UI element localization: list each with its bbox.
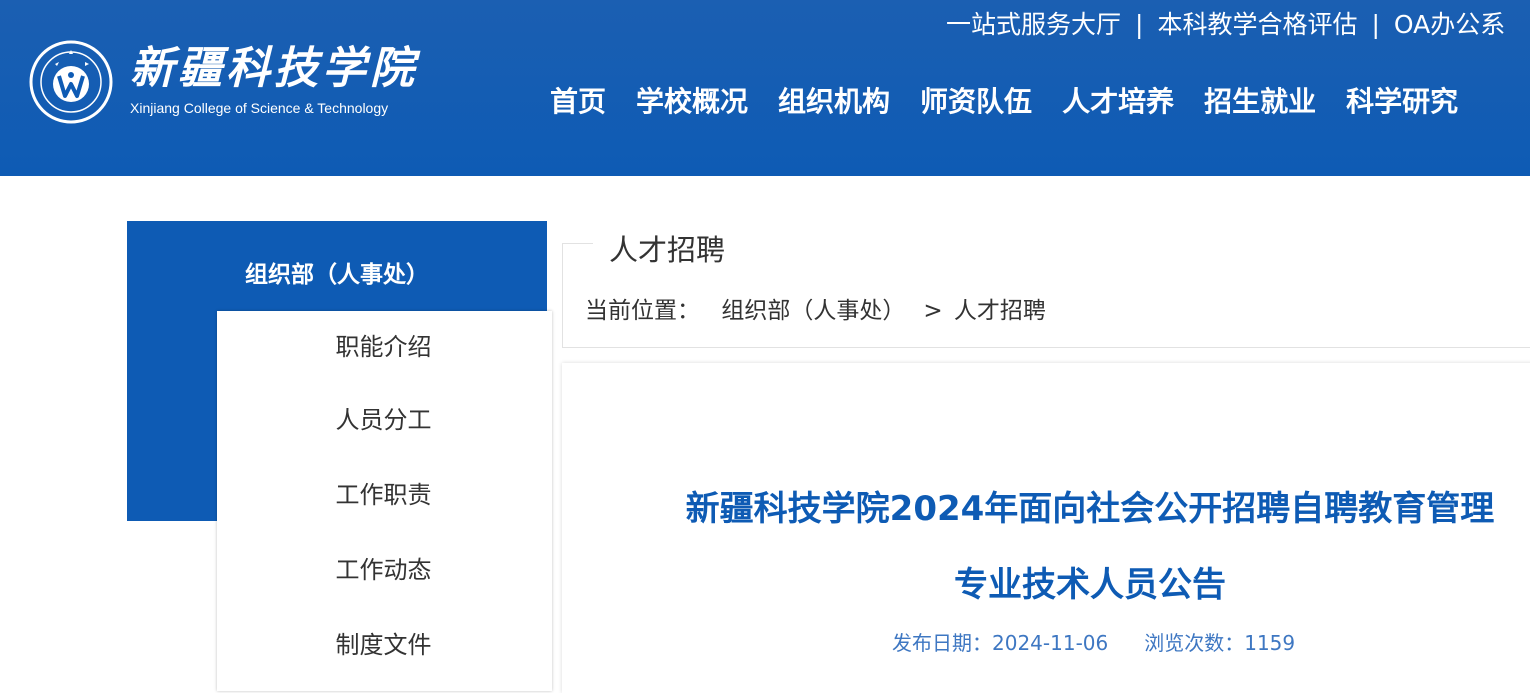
article-title: 新疆科技学院2024年面向社会公开招聘自聘教育管理专业技术人员公告 xyxy=(685,489,1495,605)
section-header-panel: 人才招聘 当前位置： 组织部（人事处） > 人才招聘 xyxy=(562,227,1530,348)
top-link-service-hall[interactable]: 一站式服务大厅 xyxy=(946,10,1121,39)
sidebar-item-staff-division[interactable]: 人员分工 xyxy=(215,383,552,458)
nav-admissions[interactable]: 招生就业 xyxy=(1204,80,1316,124)
sidebar-item-functions[interactable]: 职能介绍 xyxy=(215,311,552,383)
sidebar-item-news[interactable]: 工作动态 xyxy=(215,533,552,608)
nav-about[interactable]: 学校概况 xyxy=(636,80,748,124)
top-link-teaching-evaluation[interactable]: 本科教学合格评估 xyxy=(1157,10,1357,39)
site-header: 一站式服务大厅 | 本科教学合格评估 | OA办公系 新疆科技学院 Xinjiang C… xyxy=(0,0,1530,176)
publish-date: 2024-11-06 xyxy=(992,631,1109,655)
top-link-separator: | xyxy=(1135,10,1144,39)
article-panel: 新疆科技学院2024年面向社会公开招聘自聘教育管理专业技术人员公告 发布日期：2… xyxy=(562,363,1530,693)
sidebar-menu: 职能介绍 人员分工 工作职责 工作动态 制度文件 xyxy=(217,311,552,691)
nav-home[interactable]: 首页 xyxy=(550,80,606,124)
breadcrumb: 当前位置： 组织部（人事处） > 人才招聘 xyxy=(585,291,1046,325)
nav-faculty[interactable]: 师资队伍 xyxy=(920,80,1032,124)
breadcrumb-item-department[interactable]: 组织部（人事处） xyxy=(721,298,905,324)
top-links: 一站式服务大厅 | 本科教学合格评估 | OA办公系 xyxy=(946,8,1505,42)
sidebar-title: 组织部（人事处） xyxy=(245,262,429,288)
college-emblem-icon[interactable] xyxy=(29,40,113,124)
college-name-en[interactable]: Xinjiang College of Science & Technology xyxy=(130,100,388,116)
sidebar-item-regulations[interactable]: 制度文件 xyxy=(215,608,552,683)
section-title: 人才招聘 xyxy=(607,227,728,269)
nav-education[interactable]: 人才培养 xyxy=(1062,80,1174,124)
divider xyxy=(563,243,593,244)
view-count-label: 浏览次数： xyxy=(1144,631,1245,655)
top-link-oa[interactable]: OA办公系 xyxy=(1394,10,1505,39)
breadcrumb-label: 当前位置： xyxy=(585,298,700,324)
main-nav: 首页 学校概况 组织机构 师资队伍 人才培养 招生就业 科学研究 xyxy=(550,80,1458,124)
college-name-cn[interactable]: 新疆科技学院 xyxy=(130,42,418,96)
nav-organization[interactable]: 组织机构 xyxy=(778,80,890,124)
article-meta: 发布日期：2024-11-06 浏览次数：1159 xyxy=(892,627,1295,656)
nav-research[interactable]: 科学研究 xyxy=(1346,80,1458,124)
view-count: 1159 xyxy=(1244,631,1296,655)
breadcrumb-item-recruitment[interactable]: 人才招聘 xyxy=(954,298,1046,324)
breadcrumb-separator: > xyxy=(923,298,943,324)
sidebar-item-duties[interactable]: 工作职责 xyxy=(215,458,552,533)
publish-date-label: 发布日期： xyxy=(892,631,992,655)
top-link-separator: | xyxy=(1371,10,1380,39)
